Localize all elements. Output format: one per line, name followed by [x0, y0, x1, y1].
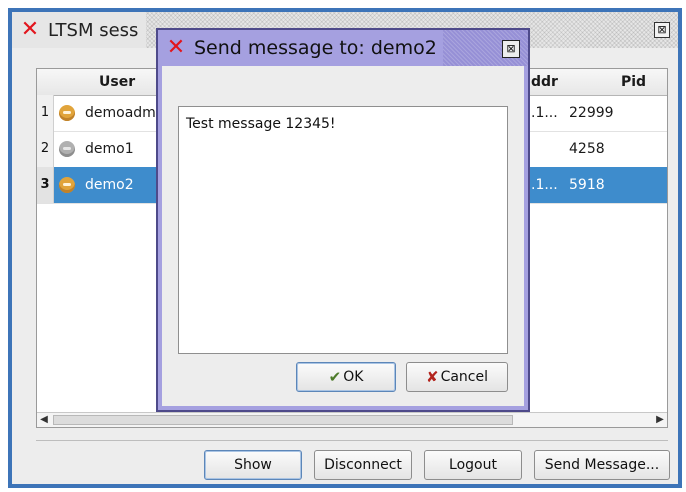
ok-label: OK: [343, 369, 364, 385]
ok-button[interactable]: ✔ OK: [296, 362, 396, 392]
main-close-icon[interactable]: ⊠: [654, 22, 670, 38]
send-message-button[interactable]: Send Message...: [534, 450, 670, 480]
dialog-title-wrap: ✕ Send message to: demo2: [158, 30, 443, 66]
dialog-close-icon[interactable]: ⊠: [502, 40, 520, 58]
cancel-button[interactable]: ✘ Cancel: [406, 362, 508, 392]
ltsm-app-icon: ✕: [20, 17, 40, 42]
scroll-left-icon[interactable]: ◀: [37, 413, 51, 427]
monkey-face-icon: [59, 141, 75, 157]
row-number: 3: [37, 167, 54, 203]
separator: [36, 440, 668, 441]
dialog-titlebar[interactable]: ✕ Send message to: demo2 ⊠: [158, 30, 528, 66]
main-title-wrap: ✕ LTSM sess: [12, 12, 147, 48]
message-input[interactable]: Test message 12345!: [178, 106, 508, 354]
row-user: demo2: [85, 177, 134, 193]
dialog-title: Send message to: demo2: [194, 37, 437, 59]
row-addr: .1...: [531, 105, 558, 121]
row-pid: 22999: [569, 105, 614, 121]
row-number: 2: [37, 131, 54, 167]
column-header-user[interactable]: User: [99, 69, 135, 95]
cancel-label: Cancel: [440, 369, 488, 385]
row-number: 1: [37, 95, 54, 131]
ltsm-app-icon: ✕: [166, 35, 186, 60]
horizontal-scrollbar[interactable]: ◀ ▶: [37, 412, 667, 427]
show-button[interactable]: Show: [204, 450, 302, 480]
scroll-right-icon[interactable]: ▶: [653, 413, 667, 427]
checkmark-icon: ✔: [328, 367, 342, 386]
row-user: demoadm: [85, 105, 156, 121]
monkey-face-icon: [59, 177, 75, 193]
send-message-dialog: ✕ Send message to: demo2 ⊠ Test message …: [156, 28, 530, 412]
row-addr: .1...: [531, 177, 558, 193]
disconnect-button[interactable]: Disconnect: [314, 450, 412, 480]
main-window-title: LTSM sess: [48, 19, 139, 41]
cancel-x-icon: ✘: [425, 367, 439, 386]
dialog-body: Test message 12345! ✔ OK ✘ Cancel: [162, 66, 524, 406]
row-pid: 5918: [569, 177, 605, 193]
column-header-pid[interactable]: Pid: [621, 69, 646, 95]
scrollbar-thumb[interactable]: [53, 415, 513, 425]
monkey-face-icon: [59, 105, 75, 121]
column-header-addr[interactable]: ddr: [531, 69, 558, 95]
logout-button[interactable]: Logout: [424, 450, 522, 480]
row-user: demo1: [85, 141, 134, 157]
row-pid: 4258: [569, 141, 605, 157]
